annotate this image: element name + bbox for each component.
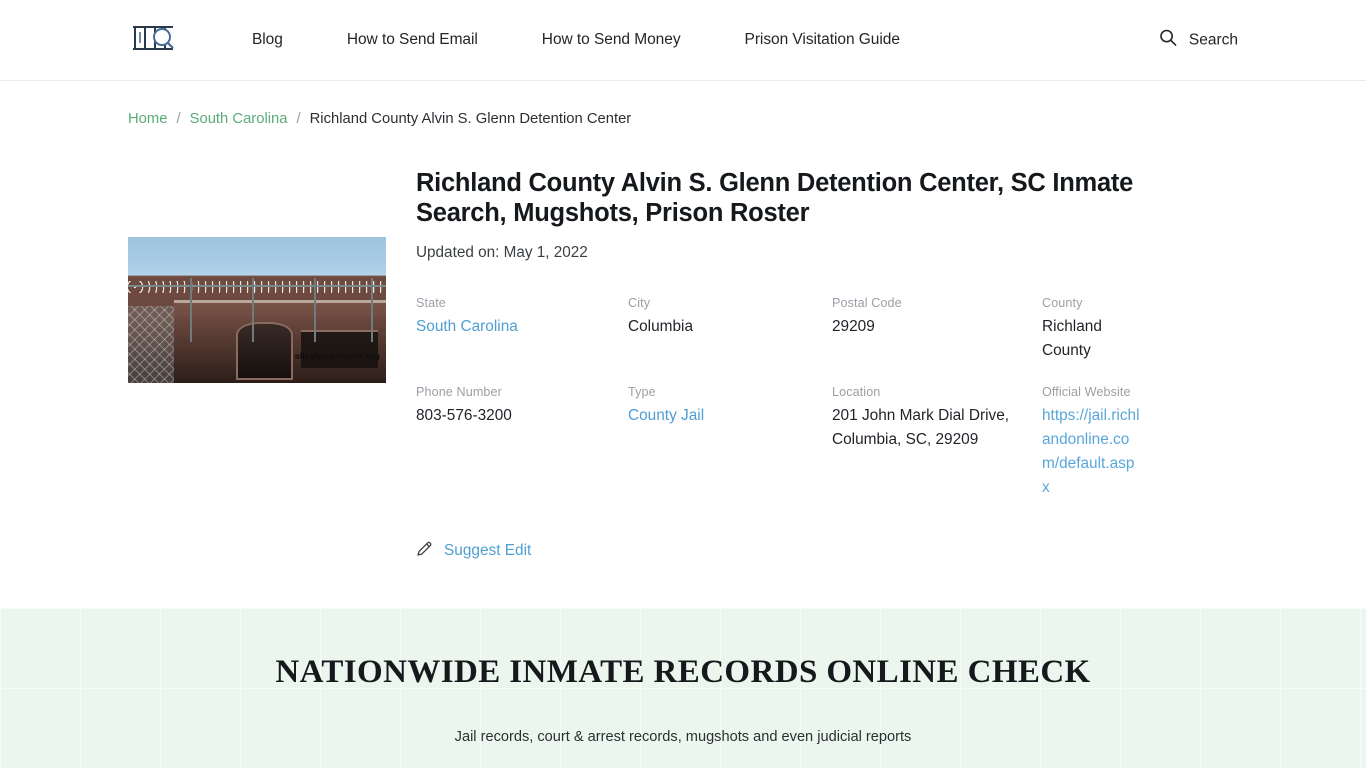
info-cell-state: State South Carolina — [416, 296, 628, 363]
suggest-edit-button[interactable]: Suggest Edit — [416, 540, 531, 562]
info-cell-phone-number: Phone Number 803-576-3200 — [416, 385, 628, 500]
breadcrumb-separator: / — [296, 111, 301, 127]
facility-photo: alleghanysheriff.org — [128, 237, 386, 383]
info-value-postal-code: 29209 — [832, 318, 875, 336]
facility-info-grid: State South Carolina City Columbia Posta… — [416, 296, 1146, 500]
info-label-type: Type — [628, 385, 656, 400]
header-search-label: Search — [1188, 31, 1238, 48]
facility-photo-fence-post — [251, 277, 254, 343]
info-value-type[interactable]: County Jail — [628, 407, 722, 424]
info-value-city: Columbia — [628, 318, 694, 336]
search-icon — [1159, 29, 1177, 52]
facility-photo-watermark: alleghanysheriff.org — [294, 351, 380, 361]
info-cell-county: County Richland County — [1042, 296, 1146, 363]
info-label-city: City — [628, 296, 651, 311]
facility-photo-fence — [128, 305, 175, 383]
banner-title: NATIONWIDE INMATE RECORDS ONLINE CHECK — [275, 654, 1091, 691]
facility-details: Richland County Alvin S. Glenn Detention… — [386, 169, 1146, 562]
info-cell-type: Type County Jail — [628, 385, 832, 500]
last-updated: Updated on: May 1, 2022 — [416, 244, 588, 262]
info-value-county: Richland County — [1042, 318, 1102, 360]
facility-photo-entrance — [236, 321, 294, 381]
banner-subtitle: Jail records, court & arrest records, mu… — [454, 729, 912, 746]
info-value-official-website[interactable]: https://jail.richlandonline.com/default.… — [1042, 407, 1140, 496]
facility-photo-fence-post — [370, 277, 373, 343]
inmate-search-banner: NATIONWIDE INMATE RECORDS ONLINE CHECK J… — [0, 608, 1366, 768]
facility-photo-window — [300, 330, 379, 369]
info-label-official-website: Official Website — [1042, 385, 1131, 400]
facility-photo-roofline — [174, 299, 386, 303]
jail-bars-search-icon — [131, 22, 175, 59]
info-cell-postal-code: Postal Code 29209 — [832, 296, 1042, 363]
site-header: Blog How to Send Email How to Send Money… — [0, 0, 1366, 81]
header-search-button[interactable]: Search — [1159, 29, 1238, 52]
facility-photo-fence-post — [313, 277, 316, 343]
info-label-state: State — [416, 296, 446, 311]
nav-item-how-to-send-money[interactable]: How to Send Money — [510, 31, 713, 49]
info-label-phone-number: Phone Number — [416, 385, 502, 400]
breadcrumb-state[interactable]: South Carolina — [190, 111, 288, 127]
info-value-location: 201 John Mark Dial Drive, Columbia, SC, … — [832, 407, 1010, 449]
breadcrumb-current: Richland County Alvin S. Glenn Detention… — [309, 111, 632, 127]
nav-item-how-to-send-email[interactable]: How to Send Email — [315, 31, 510, 49]
info-cell-location: Location 201 John Mark Dial Drive, Colum… — [832, 385, 1042, 500]
breadcrumb: Home / South Carolina / Richland County … — [0, 81, 1366, 127]
pencil-icon — [416, 540, 433, 562]
nav-item-prison-visitation-guide[interactable]: Prison Visitation Guide — [713, 31, 932, 49]
info-label-county: County — [1042, 296, 1083, 311]
info-label-postal-code: Postal Code — [832, 296, 902, 311]
facility-photo-fence-rail — [128, 285, 386, 288]
info-label-location: Location — [832, 385, 881, 400]
suggest-edit-label: Suggest Edit — [444, 542, 532, 560]
breadcrumb-home[interactable]: Home — [128, 111, 167, 127]
site-logo[interactable] — [128, 20, 178, 60]
page-title: Richland County Alvin S. Glenn Detention… — [416, 169, 1134, 227]
info-cell-official-website: Official Website https://jail.richlandon… — [1042, 385, 1146, 500]
facility-photo-fence-post — [189, 277, 192, 343]
main-navigation: Blog How to Send Email How to Send Money… — [220, 31, 932, 49]
info-value-state[interactable]: South Carolina — [416, 318, 536, 335]
info-cell-city: City Columbia — [628, 296, 832, 363]
facility-summary: alleghanysheriff.org Richland County Alv… — [0, 127, 1366, 562]
breadcrumb-separator: / — [176, 111, 181, 127]
nav-item-blog[interactable]: Blog — [220, 31, 315, 49]
info-value-phone-number: 803-576-3200 — [416, 407, 512, 425]
